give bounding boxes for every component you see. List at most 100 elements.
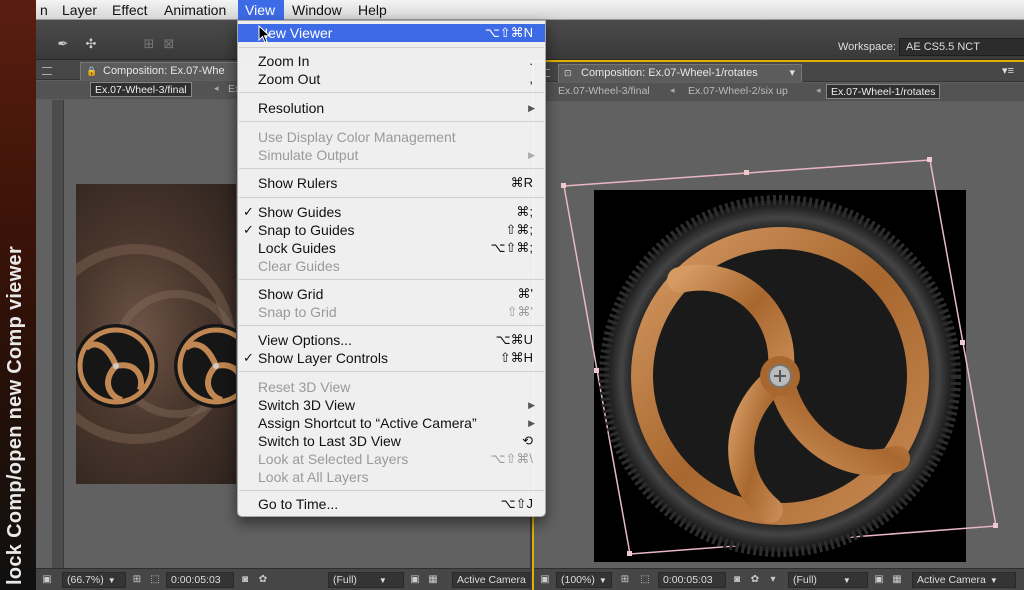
panel-grip-icon[interactable] xyxy=(42,67,52,75)
menu-separator xyxy=(239,168,544,169)
submenu-arrow-icon: ▶ xyxy=(528,150,535,160)
checkmark-icon: ✓ xyxy=(243,222,254,237)
camera-icon[interactable]: ◙ xyxy=(238,573,252,587)
breadcrumb-item-current[interactable]: Ex.07-Wheel-1/rotates xyxy=(826,84,941,99)
viewer-controls-left: ▣ (66.7%) ▼ ⊞ ⬚ 0:00:05:03 ◙ ✿ (Full) ▼ ▣ … xyxy=(36,568,530,590)
rotating-wheel-image xyxy=(561,157,998,557)
wheel-thumbnails-image xyxy=(76,244,236,444)
checkmark-icon: ✓ xyxy=(243,350,254,365)
tab-composition-right[interactable]: ⊡ Composition: Ex.07-Wheel-1/rotates ▾ xyxy=(558,64,802,82)
menu-item-help[interactable]: Help xyxy=(354,0,391,20)
region-icon[interactable]: ⬚ xyxy=(638,573,652,587)
resolution-select-right[interactable]: (Full) ▼ xyxy=(788,572,868,588)
menu-item-new-viewer[interactable]: New Viewer ⌥⇧⌘N xyxy=(238,24,545,42)
menu-item-display-color-management: Use Display Color Management xyxy=(258,129,456,145)
viewer-controls-right: ▣ (100%) ▼ ⊞ ⬚ 0:00:05:03 ◙ ✿ ▾ (Full) ▼ ▣… xyxy=(534,568,1024,590)
menu-item-simulate-output: Simulate Output ▶ xyxy=(258,147,535,163)
menu-item-show-guides[interactable]: ✓ Show Guides ⌘; xyxy=(238,203,545,221)
zoom-select-left[interactable]: (66.7%) ▼ xyxy=(62,572,126,588)
workspace-label: Workspace: xyxy=(838,41,896,53)
lock-icon[interactable]: 🔒 xyxy=(86,66,97,76)
menu-item-animation[interactable]: Animation xyxy=(160,0,230,20)
revert-icon: ⟲ xyxy=(522,433,533,448)
menu-separator xyxy=(239,47,544,48)
menu-item-snap-to-guides[interactable]: ✓ Snap to Guides ⇧⌘; xyxy=(238,221,545,239)
chevron-down-icon[interactable]: ▾ xyxy=(789,65,795,81)
tab-title: Composition: Ex.07-Whe xyxy=(103,65,225,77)
breadcrumb: Ex.07-Wheel-3/final ◂ Ex.07-Wheel-2/six … xyxy=(534,83,1024,101)
checkmark-icon: ✓ xyxy=(243,204,254,219)
timecode-display-left[interactable]: 0:00:05:03 xyxy=(166,572,234,588)
menu-item-show-layer-controls[interactable]: ✓ Show Layer Controls ⇧⌘H xyxy=(238,349,545,367)
menu-item-partial[interactable]: n xyxy=(36,0,52,20)
panel-tab-row: ⊡ Composition: Ex.07-Wheel-1/rotates ▾ ▾… xyxy=(534,62,1024,82)
pin-tool-icon[interactable]: ✣ xyxy=(82,36,100,52)
submenu-arrow-icon: ▶ xyxy=(528,418,535,428)
channel-icon[interactable]: ✿ xyxy=(256,573,270,587)
zoom-select-right[interactable]: (100%) ▼ xyxy=(556,572,612,588)
menu-item-go-to-time[interactable]: Go to Time... ⌥⇧J xyxy=(238,495,545,513)
align-icon[interactable]: ⊠ xyxy=(160,36,178,52)
menu-item-look-at-all-layers: Look at All Layers xyxy=(258,469,369,485)
panel-menu-icon[interactable]: ▾≡ xyxy=(1002,64,1014,77)
breadcrumb-item[interactable]: Ex.07-Wheel-2/six up xyxy=(684,84,792,99)
submenu-arrow-icon: ▶ xyxy=(528,400,535,410)
menu-item-view[interactable]: View xyxy=(238,0,284,20)
chevron-left-icon: ◂ xyxy=(816,85,821,95)
camera-icon[interactable]: ◙ xyxy=(730,573,744,587)
transparency-grid-icon[interactable]: ▦ xyxy=(890,573,904,587)
snapshot-icon[interactable]: ▣ xyxy=(40,573,54,587)
menu-item-show-grid[interactable]: Show Grid ⌘' xyxy=(238,285,545,303)
safe-zones-icon[interactable]: ⊞ xyxy=(130,573,144,587)
workspace-value: AE CS5.5 NCT xyxy=(906,41,980,53)
menu-item-effect[interactable]: Effect xyxy=(108,0,152,20)
timecode-display-right[interactable]: 0:00:05:03 xyxy=(658,572,726,588)
menu-item-layer[interactable]: Layer xyxy=(58,0,101,20)
menu-separator xyxy=(239,371,544,372)
composition-viewer-right[interactable] xyxy=(534,102,1024,570)
region-icon[interactable]: ⬚ xyxy=(148,573,162,587)
color-icon[interactable]: ▾ xyxy=(766,573,780,587)
menu-item-window[interactable]: Window xyxy=(288,0,346,20)
unlock-icon[interactable]: ⊡ xyxy=(564,68,574,78)
menu-separator xyxy=(239,121,544,122)
roi-icon[interactable]: ▣ xyxy=(408,573,422,587)
menu-item-view-options[interactable]: View Options... ⌥⌘U xyxy=(238,331,545,349)
safe-zones-icon[interactable]: ⊞ xyxy=(618,573,632,587)
tab-composition-left[interactable]: 🔒 Composition: Ex.07-Whe xyxy=(80,62,258,80)
menu-item-reset-3d-view: Reset 3D View xyxy=(258,379,351,395)
submenu-arrow-icon: ▶ xyxy=(528,103,535,113)
menu-item-show-rulers[interactable]: Show Rulers ⌘R xyxy=(238,174,545,192)
workspace-select[interactable]: AE CS5.5 NCT ▼ xyxy=(899,38,1024,56)
scrollbar[interactable] xyxy=(52,100,64,568)
menu-separator xyxy=(239,325,544,326)
menu-item-clear-guides: Clear Guides xyxy=(258,258,340,274)
roi-icon[interactable]: ▣ xyxy=(872,573,886,587)
menu-bar: n Layer Effect Animation View Window Hel… xyxy=(36,0,1024,20)
pen-tool-icon[interactable]: ✒ xyxy=(54,36,72,52)
menu-item-snap-to-grid: Snap to Grid ⇧⌘' xyxy=(258,304,533,320)
menu-item-switch-3d-view[interactable]: Switch 3D View ▶ xyxy=(238,396,545,414)
breadcrumb-item-current[interactable]: Ex.07-Wheel-3/final xyxy=(90,82,192,97)
menu-separator xyxy=(239,279,544,280)
composition-panel-right: ⊡ Composition: Ex.07-Wheel-1/rotates ▾ ▾… xyxy=(532,60,1024,590)
menu-item-lock-guides[interactable]: Lock Guides ⌥⇧⌘; xyxy=(238,239,545,257)
menu-item-assign-shortcut[interactable]: Assign Shortcut to “Active Camera” ▶ xyxy=(238,414,545,432)
menu-item-zoom-out[interactable]: Zoom Out, xyxy=(238,70,545,88)
menu-item-switch-to-last-3d-view[interactable]: Switch to Last 3D View ⟲ xyxy=(238,432,545,450)
snap-icon[interactable]: ⊞ xyxy=(140,36,158,52)
transparency-grid-icon[interactable]: ▦ xyxy=(426,573,440,587)
breadcrumb-item[interactable]: Ex.07-Wheel-3/final xyxy=(554,84,654,99)
menu-item-look-at-selected-layers: Look at Selected Layers ⌥⇧⌘\ xyxy=(258,451,533,467)
camera-select-left[interactable]: Active Camera xyxy=(452,572,530,588)
resolution-select-left[interactable]: (Full) ▼ xyxy=(328,572,404,588)
channel-icon[interactable]: ✿ xyxy=(748,573,762,587)
camera-select-right[interactable]: Active Camera ▼ xyxy=(912,572,1016,588)
menu-item-zoom-in[interactable]: Zoom In. xyxy=(238,52,545,70)
tab-title: Composition: Ex.07-Wheel-1/rotates xyxy=(581,67,758,79)
side-caption: lock Comp/open new Comp viewer xyxy=(4,245,26,585)
side-caption-strip: lock Comp/open new Comp viewer xyxy=(0,0,36,590)
menu-item-resolution[interactable]: Resolution ▶ xyxy=(238,99,545,117)
snapshot-icon[interactable]: ▣ xyxy=(538,573,552,587)
mouse-pointer-icon xyxy=(258,25,271,44)
